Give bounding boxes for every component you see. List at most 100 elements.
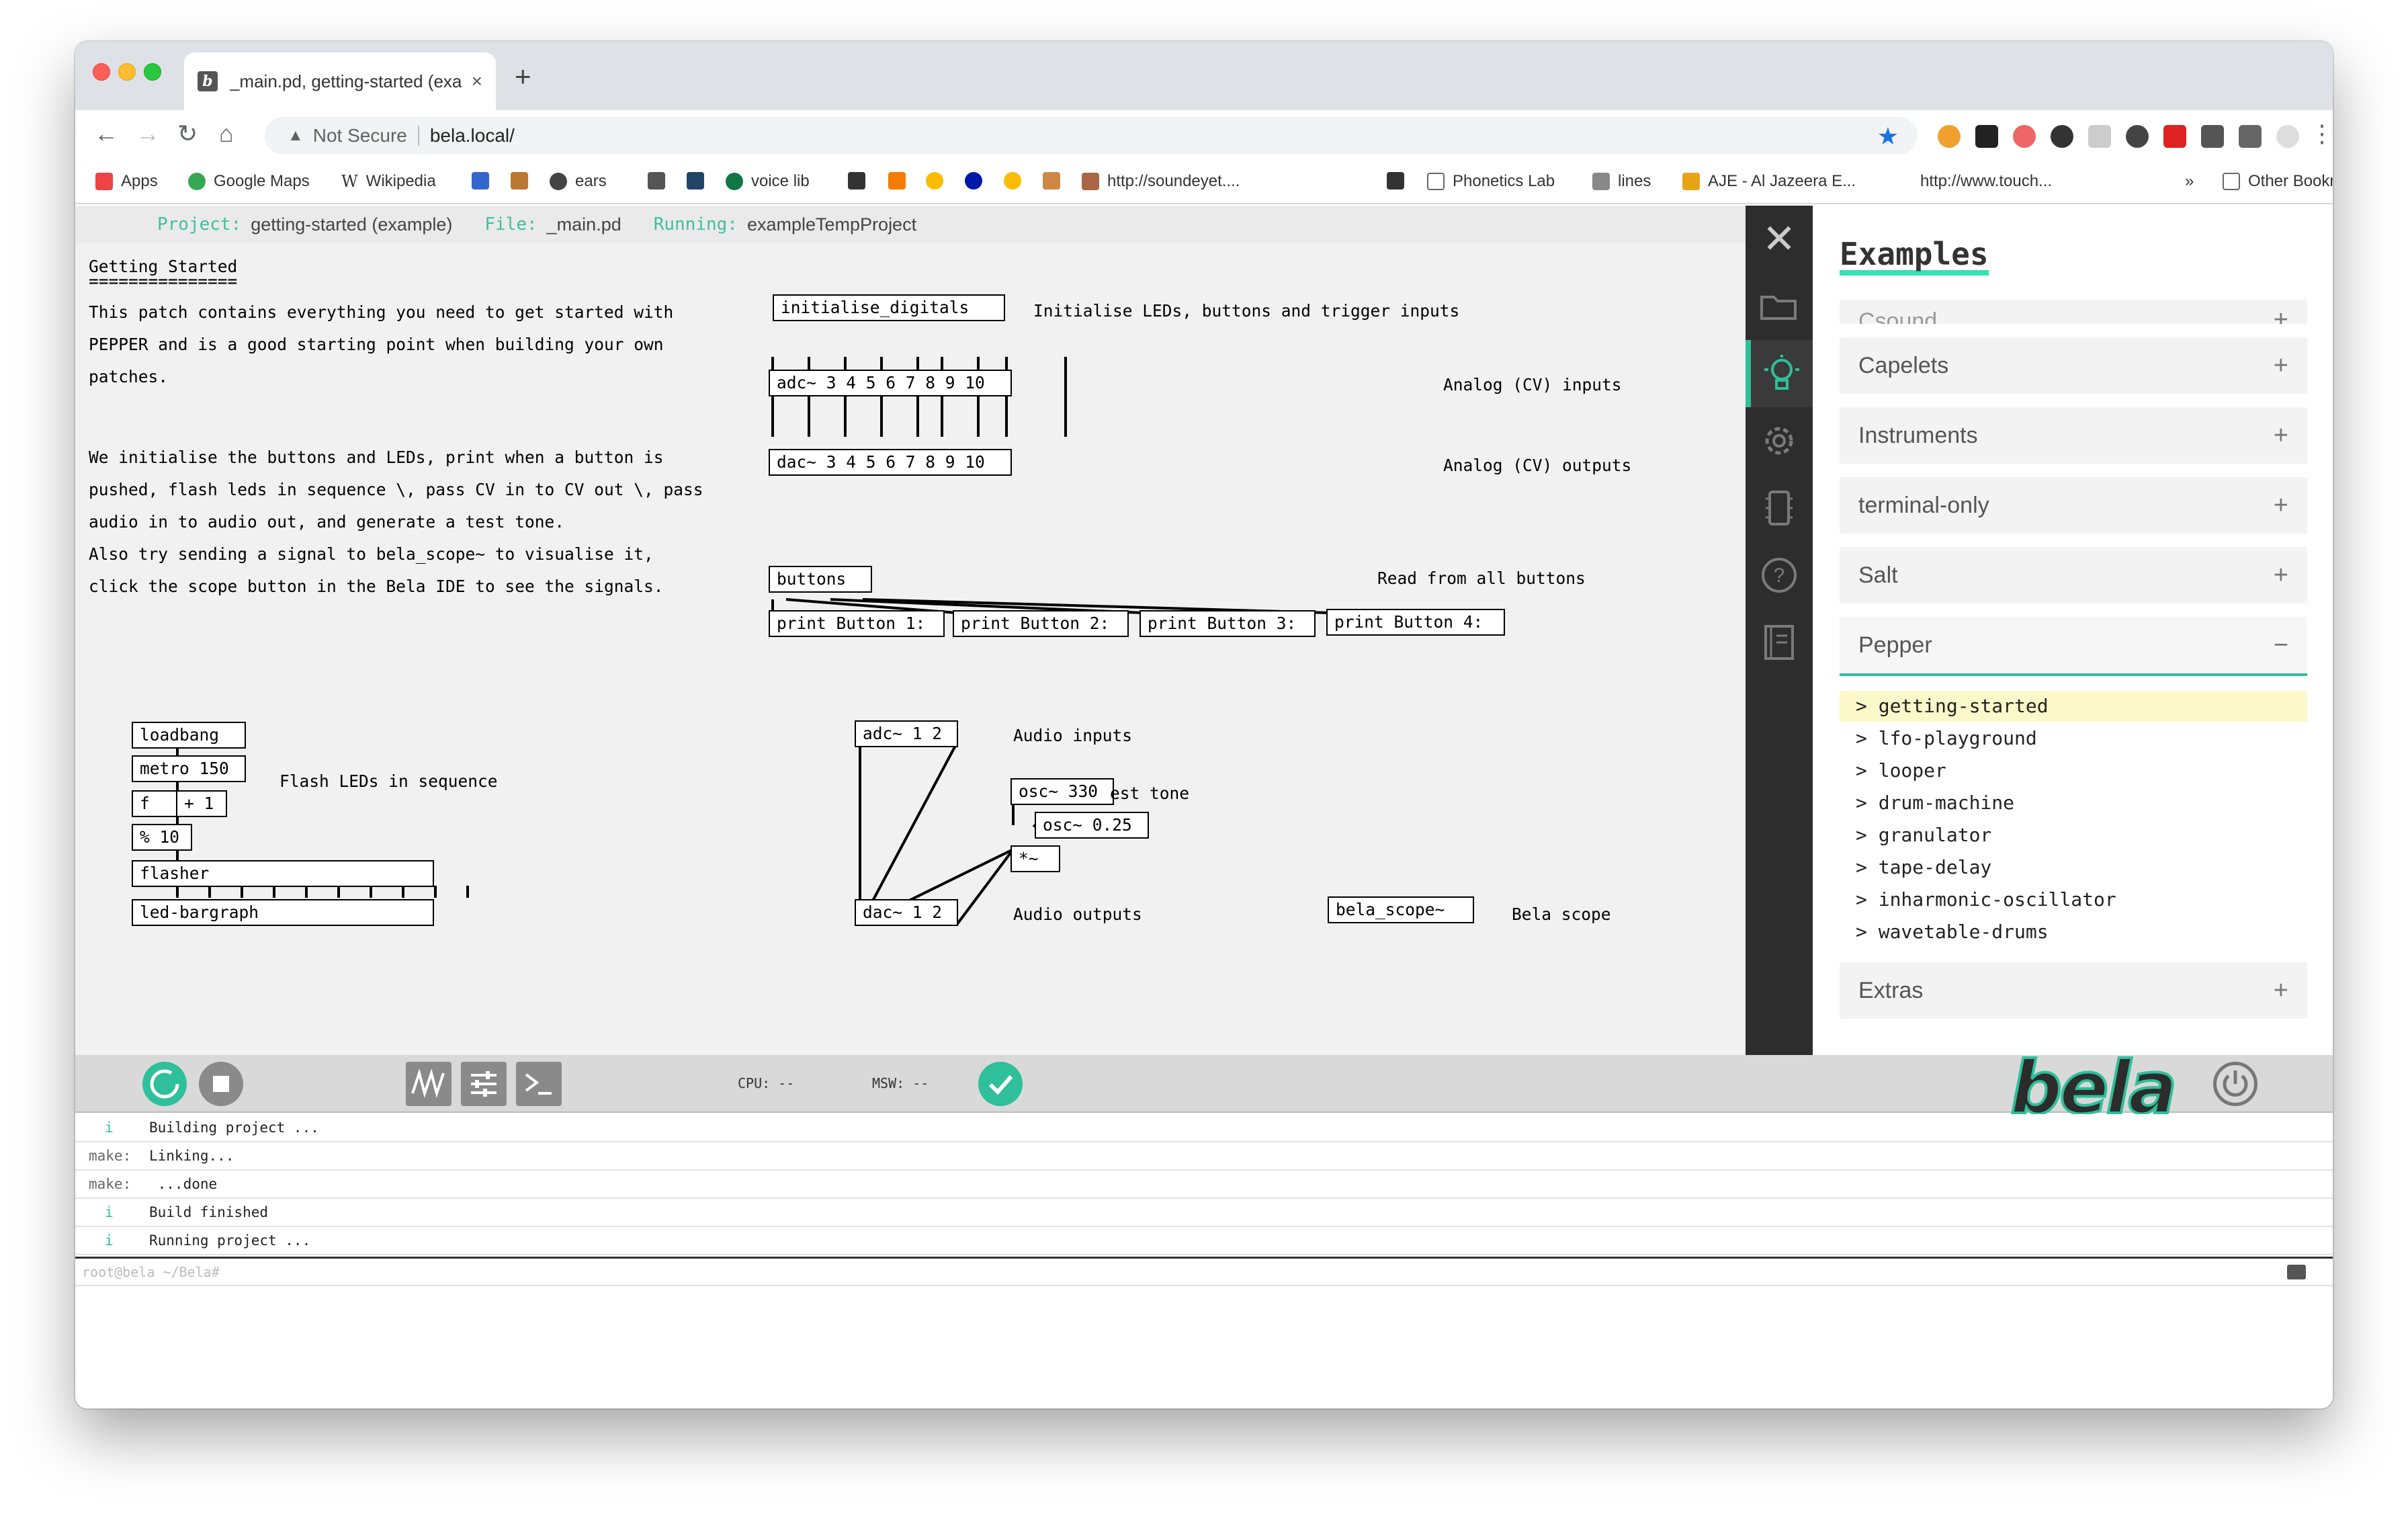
bookmark-icon-5[interactable] bbox=[848, 172, 873, 190]
extension-5-icon[interactable] bbox=[2088, 125, 2111, 148]
osc-330-object[interactable]: osc~ 330 bbox=[1010, 778, 1114, 805]
folder-icon[interactable] bbox=[1746, 273, 1813, 340]
metro-object[interactable]: metro 150 bbox=[132, 755, 246, 782]
bookmark-icon-9[interactable] bbox=[1004, 172, 1029, 190]
minimize-window-button[interactable] bbox=[118, 63, 136, 81]
extension-6-icon[interactable] bbox=[2126, 125, 2149, 148]
extension-4-icon[interactable] bbox=[2051, 125, 2073, 148]
bookmark-apps[interactable]: Apps bbox=[95, 172, 158, 191]
section-instruments[interactable]: Instruments + bbox=[1840, 407, 2307, 464]
pd-patch-canvas[interactable]: Getting Started =============== This pat… bbox=[75, 243, 1746, 1055]
float-object[interactable]: f bbox=[132, 790, 177, 817]
forward-icon[interactable]: → bbox=[136, 120, 160, 148]
example-lfo-playground[interactable]: > lfo-playground bbox=[1840, 723, 2307, 754]
reading-list-icon[interactable] bbox=[2239, 125, 2262, 148]
bookmark-icon-6[interactable] bbox=[888, 172, 914, 190]
extensions-puzzle-icon[interactable] bbox=[2201, 125, 2224, 148]
gui-button[interactable] bbox=[461, 1062, 507, 1106]
dac-audio-object[interactable]: dac~ 1 2 bbox=[855, 899, 958, 926]
osc-025-object[interactable]: osc~ 0.25 bbox=[1035, 812, 1149, 839]
example-wavetable-drums[interactable]: > wavetable-drums bbox=[1840, 917, 2307, 948]
flasher-object[interactable]: flasher bbox=[132, 860, 434, 887]
new-tab-button[interactable]: + bbox=[515, 60, 531, 93]
maximize-window-button[interactable] bbox=[144, 63, 161, 81]
bookmark-lines[interactable]: lines bbox=[1592, 172, 1651, 191]
bookmark-icon-11[interactable] bbox=[1387, 172, 1412, 190]
home-icon[interactable]: ⌂ bbox=[219, 120, 234, 148]
security-label[interactable]: Not Secure bbox=[313, 125, 407, 146]
profile-avatar[interactable] bbox=[2276, 125, 2299, 148]
plus-one-object[interactable]: + 1 bbox=[176, 790, 227, 817]
dac-cv-object[interactable]: dac~ 3 4 5 6 7 8 9 10 bbox=[769, 449, 1012, 476]
tab-close-icon[interactable]: × bbox=[472, 71, 482, 92]
print-button-2-object[interactable]: print Button 2: bbox=[953, 610, 1129, 637]
bookmark-touch[interactable]: http://www.touch... bbox=[1920, 172, 2052, 191]
loadbang-object[interactable]: loadbang bbox=[132, 722, 246, 749]
bookmark-google-maps[interactable]: Google Maps bbox=[188, 172, 310, 191]
run-button[interactable] bbox=[142, 1062, 187, 1106]
example-drum-machine[interactable]: > drum-machine bbox=[1840, 788, 2307, 818]
section-terminal-only[interactable]: terminal-only + bbox=[1840, 477, 2307, 534]
print-button-1-object[interactable]: print Button 1: bbox=[769, 610, 945, 637]
section-csound[interactable]: Csound + bbox=[1840, 300, 2307, 324]
bookmark-other[interactable]: Other Bookmarks bbox=[2223, 172, 2333, 191]
extension-2-icon[interactable] bbox=[1975, 125, 1998, 148]
example-granulator[interactable]: > granulator bbox=[1840, 820, 2307, 851]
help-tab[interactable]: ? bbox=[1746, 542, 1813, 609]
reload-icon[interactable]: ↻ bbox=[177, 120, 198, 148]
stop-button[interactable] bbox=[199, 1062, 243, 1106]
browser-menu-icon[interactable]: ⋮ bbox=[2310, 120, 2333, 148]
pin-layout-tab[interactable] bbox=[1746, 474, 1813, 542]
bookmark-icon-7[interactable] bbox=[926, 172, 951, 190]
bela-scope-object[interactable]: bela_scope~ bbox=[1328, 896, 1474, 923]
bookmark-ears[interactable]: ears bbox=[550, 172, 607, 191]
bookmark-aljazeera[interactable]: AJE - Al Jazeera E... bbox=[1682, 172, 1856, 191]
bookmark-icon-8[interactable] bbox=[965, 172, 990, 190]
led-bargraph-object[interactable]: led-bargraph bbox=[132, 899, 434, 926]
section-capelets[interactable]: Capelets + bbox=[1840, 337, 2307, 394]
bookmark-voice-lib[interactable]: voice lib bbox=[726, 172, 810, 191]
section-extras[interactable]: Extras + bbox=[1840, 962, 2307, 1019]
shutdown-button[interactable] bbox=[2213, 1062, 2258, 1106]
adc-cv-object[interactable]: adc~ 3 4 5 6 7 8 9 10 bbox=[769, 370, 1012, 396]
bookmark-icon-3[interactable] bbox=[648, 172, 673, 190]
bookmark-icon-4[interactable] bbox=[687, 172, 712, 190]
extension-7-icon[interactable] bbox=[2163, 125, 2186, 148]
close-panel-icon[interactable]: ✕ bbox=[1746, 206, 1813, 273]
bookmark-star-icon[interactable]: ★ bbox=[1877, 122, 1899, 151]
bookmarks-overflow-icon[interactable]: » bbox=[2185, 172, 2194, 191]
multiply-signal-object[interactable]: *~ bbox=[1010, 845, 1060, 872]
section-salt[interactable]: Salt + bbox=[1840, 547, 2307, 603]
example-inharmonic-oscillator[interactable]: > inharmonic-oscillator bbox=[1840, 884, 2307, 915]
bookmark-icon-10[interactable] bbox=[1043, 172, 1068, 190]
adc-audio-object[interactable]: adc~ 1 2 bbox=[855, 720, 958, 747]
modulo-object[interactable]: % 10 bbox=[132, 824, 192, 851]
url-text[interactable]: bela.local/ bbox=[430, 125, 515, 146]
terminal-button[interactable] bbox=[516, 1062, 562, 1106]
example-tape-delay[interactable]: > tape-delay bbox=[1840, 852, 2307, 883]
scope-button[interactable] bbox=[406, 1062, 452, 1106]
section-pepper[interactable]: Pepper − bbox=[1840, 617, 2307, 676]
examples-tab[interactable] bbox=[1746, 340, 1813, 407]
address-bar[interactable]: ▲ Not Secure bela.local/ ★ bbox=[265, 117, 1918, 155]
print-button-4-object[interactable]: print Button 4: bbox=[1326, 609, 1505, 636]
initialise-digitals-object[interactable]: initialise_digitals bbox=[773, 294, 1005, 321]
keyboard-icon[interactable] bbox=[2287, 1264, 2306, 1279]
bookmark-wikipedia[interactable]: W Wikipedia bbox=[341, 172, 436, 191]
tab-main-pd[interactable]: b _main.pd, getting-started (exa × bbox=[184, 52, 496, 110]
bookmark-icon-1[interactable] bbox=[472, 172, 497, 190]
bookmark-phonetics-lab[interactable]: Phonetics Lab bbox=[1427, 172, 1555, 191]
buttons-object[interactable]: buttons bbox=[769, 566, 872, 593]
shell-prompt-input[interactable]: root@bela ~/Bela# bbox=[75, 1257, 2333, 1286]
bookmark-soundeye[interactable]: http://soundeyet.... bbox=[1082, 172, 1240, 191]
bookmark-icon-2[interactable] bbox=[511, 172, 536, 190]
example-looper[interactable]: > looper bbox=[1840, 755, 2307, 786]
settings-tab[interactable] bbox=[1746, 407, 1813, 474]
print-button-3-object[interactable]: print Button 3: bbox=[1140, 610, 1316, 637]
docs-tab[interactable] bbox=[1746, 609, 1813, 676]
example-getting-started[interactable]: > getting-started bbox=[1840, 691, 2307, 722]
back-icon[interactable]: ← bbox=[94, 120, 118, 148]
close-window-button[interactable] bbox=[93, 63, 110, 81]
extension-1-icon[interactable] bbox=[1938, 125, 1961, 148]
extension-3-icon[interactable] bbox=[2013, 125, 2036, 148]
